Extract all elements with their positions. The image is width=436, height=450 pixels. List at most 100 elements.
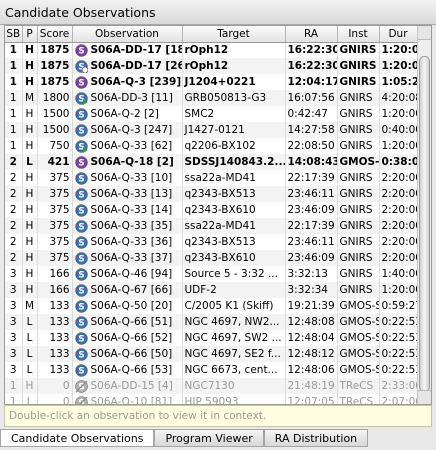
table-row[interactable]: 3 H 166 S S06A-Q-67 [66] UDF-2 3:32:34 GNIRS 1:2… [5,282,418,298]
observations-table[interactable]: SB P Score Observation Target RA Inst Du… [5,26,418,404]
cell-ra: 23:46:09 [285,202,338,218]
cell-dur: 1:40:00 [379,266,418,282]
table-row[interactable]: 1 H 1875 S S06A-Q-3 [239] J1204+0221 12:04:17 G… [5,74,418,90]
cell-score: 1800 [37,90,73,106]
table-row[interactable]: 2 H 375 S S06A-Q-33 [14] q2343-BX610 23:46:09 G… [5,202,418,218]
cell-score: 0 [37,378,73,394]
cell-target: q2206-BX102 [182,138,286,154]
cell-observation: S S06A-Q-46 [94] [72,266,183,282]
cell-ra: 19:21:39 [285,298,338,314]
column-header-observation[interactable]: Observation [72,26,183,43]
observation-id: S06A-Q-67 [66] [90,284,173,296]
svg-text:S: S [78,334,84,344]
cell-priority: H [22,378,38,394]
purple-S-icon: S [74,75,88,89]
table-row[interactable]: 1 H 1875 S S06A-DD-17 [26] rOph12 16:22:30 GNIR… [5,58,418,74]
cell-sb: 3 [5,298,23,314]
observation-id: S06A-DD-17 [26] [90,60,182,72]
cell-ra: 22:17:39 [285,218,338,234]
purple-S-icon: S [74,44,88,57]
cell-priority: L [22,330,38,346]
window-title: Candidate Observations [0,0,436,25]
cell-score: 1875 [37,58,73,74]
cell-score: 133 [37,362,73,378]
table-row[interactable]: 1 L 0 S S06A-Q-10 [81] HIP 59093 12:07:05 TReCS… [5,394,418,404]
observation-id: S06A-Q-33 [13] [90,188,173,200]
table-row[interactable]: 2 H 375 S S06A-Q-33 [37] q2343-BX610 23:46:09 G… [5,250,418,266]
scroll-up-arrow-icon[interactable] [418,26,431,40]
cell-score: 166 [37,282,73,298]
cell-dur: 0:38:02 [379,154,418,170]
table-row[interactable]: 1 H 1500 S S06A-Q-2 [2] SMC2 0:42:47 GNIRS 1:20:… [5,106,418,122]
svg-text:S: S [78,302,84,312]
table-row[interactable]: 3 M 133 S S06A-Q-50 [20] C/2005 K1 (Skiff) 19:… [5,298,418,314]
column-header-dur[interactable]: Dur [379,26,418,43]
cell-observation: S S06A-Q-33 [62] [72,138,183,154]
cell-priority: H [22,138,38,154]
table-row[interactable]: 1 H 1500 S S06A-Q-3 [247] J1427-0121 14:27:58 G… [5,122,418,138]
table-row[interactable]: 3 L 133 S S06A-Q-66 [53] NGC 6673, cent... 12:… [5,362,418,378]
cell-ra: 16:07:56 [285,90,338,106]
cell-score: 421 [37,154,73,170]
observation-id: S06A-Q-2 [2] [90,108,159,120]
table-body: 1 H 1875 S S06A-DD-17 [18] rOph12 16:22:30 GNIR… [5,42,418,404]
table-row[interactable]: 3 H 166 S S06A-Q-46 [94] Source 5 - 3:32 ... 3… [5,266,418,282]
column-header-target[interactable]: Target [182,26,286,43]
cell-observation: S S06A-Q-18 [2] [72,154,183,170]
cell-priority: H [22,170,38,186]
table-row[interactable]: 1 H 1875 S S06A-DD-17 [18] rOph12 16:22:30 GNIR… [5,42,418,58]
svg-text:S: S [78,110,84,120]
column-header-inst[interactable]: Inst [337,26,380,43]
cell-ra: 12:48:06 [285,362,338,378]
table-row[interactable]: 1 M 1800 S S06A-DD-3 [11] GRB050813-G3 16:07:5… [5,90,418,106]
cell-priority: L [22,314,38,330]
blue-S-icon: S [74,347,88,361]
cell-target: ssa22a-MD41 [182,218,286,234]
table-row[interactable]: 3 L 133 S S06A-Q-66 [50] NGC 4697, SE2 f... 12… [5,346,418,362]
cell-dur: 0:22:53 [379,362,418,378]
cell-sb: 1 [5,42,23,58]
table-row[interactable]: 2 H 375 S S06A-Q-33 [10] ssa22a-MD41 22:17:39 G… [5,170,418,186]
cell-dur: 1:20:00 [379,58,418,74]
table-row[interactable]: 3 L 133 S S06A-Q-66 [51] NGC 4697, NW2... 12:4… [5,314,418,330]
disabled-S-icon: S [74,395,88,404]
column-header-sb[interactable]: SB [5,26,23,43]
cell-inst: GMOS-S [337,330,380,346]
hint-text: Double-click an observation to view it i… [4,405,432,427]
table-row[interactable]: 1 H 0 S S06A-DD-15 [4] NGC7130 21:48:19 TReCS 2:… [5,378,418,394]
table-row[interactable]: 2 L 421 S S06A-Q-18 [2] SDSSJ140843.2... 14:08… [5,154,418,170]
table-row[interactable]: 2 H 375 S S06A-Q-33 [35] ssa22a-MD41 22:17:39 G… [5,218,418,234]
cell-ra: 0:42:47 [285,106,338,122]
cell-dur: 0:22:53 [379,330,418,346]
cell-observation: S S06A-DD-15 [4] [72,378,183,394]
tab-candidate-observations[interactable]: Candidate Observations [0,429,155,447]
column-header-p[interactable]: P [22,26,38,43]
cell-inst: GNIRS [337,138,380,154]
table-row[interactable]: 1 H 750 S S06A-Q-33 [62] q2206-BX102 22:08:50 G… [5,138,418,154]
observation-id: S06A-Q-18 [2] [90,156,174,168]
cell-priority: H [22,42,38,58]
vertical-scrollbar[interactable] [417,26,431,404]
cell-score: 133 [37,298,73,314]
scroll-down-arrow-icon[interactable] [418,390,431,404]
table-header-row: SB P Score Observation Target RA Inst Du… [5,26,418,43]
cell-observation: S S06A-Q-3 [247] [72,122,183,138]
table-row[interactable]: 3 L 133 S S06A-Q-66 [52] NGC 4697, SW2 ... 12:… [5,330,418,346]
cell-observation: S S06A-Q-33 [14] [72,202,183,218]
observations-table-panel[interactable]: SB P Score Observation Target RA Inst Du… [4,25,432,405]
table-row[interactable]: 2 H 375 S S06A-Q-33 [13] q2343-BX513 23:46:11 G… [5,186,418,202]
cell-ra: 16:22:30 [285,58,338,74]
column-header-score[interactable]: Score [37,26,73,43]
cell-target: rOph12 [182,42,286,58]
column-header-ra[interactable]: RA [285,26,338,43]
scrollbar-thumb[interactable] [419,56,430,392]
tab-ra-distribution[interactable]: RA Distribution [263,429,369,447]
tab-program-viewer[interactable]: Program Viewer [154,429,264,447]
cell-inst: GNIRS [337,250,380,266]
table-row[interactable]: 2 H 375 S S06A-Q-33 [36] q2343-BX513 23:46:11 G… [5,234,418,250]
observation-id: S06A-DD-3 [11] [90,92,173,104]
cell-dur: 0:22:53 [379,314,418,330]
blue-S-icon: S [74,299,88,313]
cell-priority: M [22,298,38,314]
cell-observation: S S06A-Q-50 [20] [72,298,183,314]
